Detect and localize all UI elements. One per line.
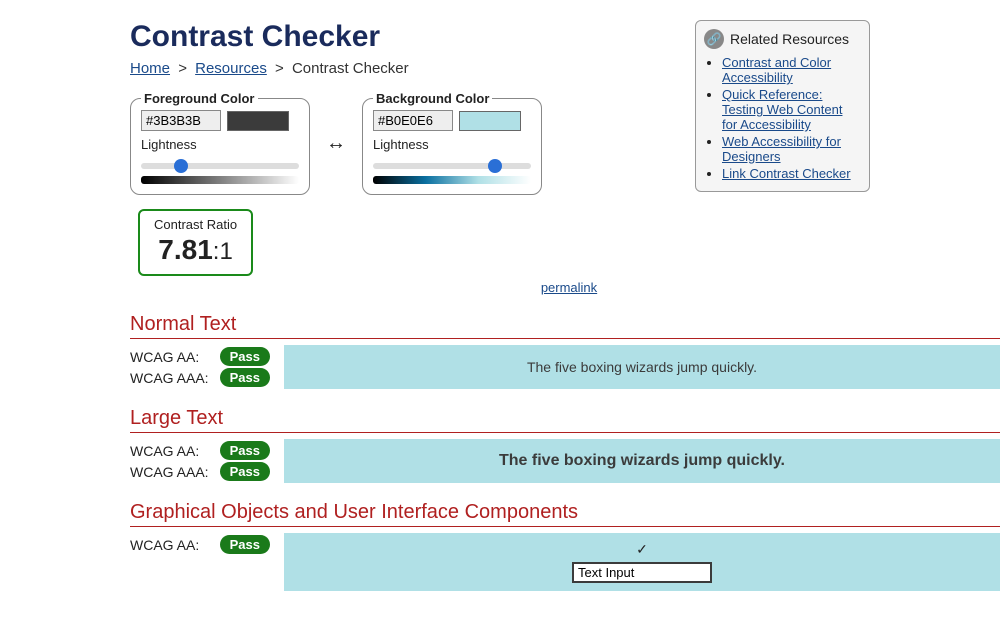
foreground-hex-input[interactable] — [141, 110, 221, 131]
gui-aa-badge: Pass — [220, 535, 270, 554]
breadcrumb-current: Contrast Checker — [292, 60, 409, 77]
permalink[interactable]: permalink — [541, 280, 597, 295]
background-lightness-slider[interactable] — [373, 163, 531, 169]
foreground-fieldset: Foreground Color Lightness — [130, 91, 310, 195]
contrast-ratio-label: Contrast Ratio — [154, 217, 237, 232]
foreground-gradient — [141, 176, 299, 184]
sidebar-link[interactable]: Web Accessibility for Designers — [722, 134, 841, 164]
background-lightness-label: Lightness — [373, 137, 531, 152]
large-text-heading: Large Text — [130, 407, 1000, 433]
check-icon: ✓ — [636, 541, 648, 558]
normal-aaa-label: WCAG AAA: — [130, 370, 209, 386]
sidebar-link[interactable]: Quick Reference: Testing Web Content for… — [722, 87, 842, 132]
normal-text-heading: Normal Text — [130, 313, 1000, 339]
gui-aa-label: WCAG AA: — [130, 537, 199, 553]
swap-icon[interactable]: ↔ — [326, 132, 346, 155]
background-legend: Background Color — [373, 91, 492, 106]
normal-aaa-badge: Pass — [220, 368, 270, 387]
gui-heading: Graphical Objects and User Interface Com… — [130, 501, 1000, 527]
normal-sample[interactable]: The five boxing wizards jump quickly. — [284, 345, 1000, 389]
breadcrumb-home[interactable]: Home — [130, 60, 170, 77]
breadcrumb-resources[interactable]: Resources — [195, 60, 267, 77]
foreground-lightness-label: Lightness — [141, 137, 299, 152]
gui-sample: ✓ — [284, 533, 1000, 591]
sidebar-link[interactable]: Contrast and Color Accessibility — [722, 55, 831, 85]
background-gradient — [373, 176, 531, 184]
breadcrumb-sep: > — [178, 60, 187, 77]
contrast-ratio-value: 7.81:1 — [154, 234, 237, 266]
gui-text-input[interactable] — [572, 562, 712, 583]
large-aa-label: WCAG AA: — [130, 443, 199, 459]
large-aaa-label: WCAG AAA: — [130, 464, 209, 480]
foreground-legend: Foreground Color — [141, 91, 258, 106]
sidebar-heading: Related Resources — [730, 31, 849, 47]
large-aaa-badge: Pass — [220, 462, 270, 481]
sidebar-link[interactable]: Link Contrast Checker — [722, 166, 851, 181]
breadcrumb-sep: > — [275, 60, 284, 77]
background-swatch[interactable] — [459, 111, 521, 131]
normal-aa-badge: Pass — [220, 347, 270, 366]
large-sample[interactable]: The five boxing wizards jump quickly. — [284, 439, 1000, 483]
foreground-lightness-slider[interactable] — [141, 163, 299, 169]
background-hex-input[interactable] — [373, 110, 453, 131]
background-fieldset: Background Color Lightness — [362, 91, 542, 195]
foreground-swatch[interactable] — [227, 111, 289, 131]
large-aa-badge: Pass — [220, 441, 270, 460]
related-resources-sidebar: 🔗 Related Resources Contrast and Color A… — [695, 20, 870, 192]
contrast-ratio-box: Contrast Ratio 7.81:1 — [138, 209, 253, 276]
normal-aa-label: WCAG AA: — [130, 349, 199, 365]
link-icon: 🔗 — [704, 29, 724, 49]
